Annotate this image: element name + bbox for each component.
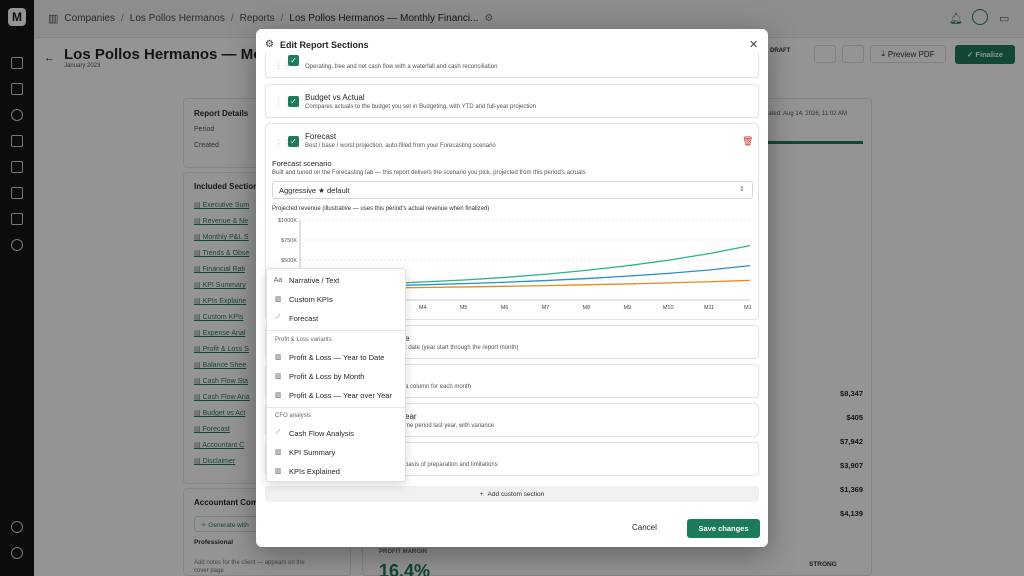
trash-icon[interactable]: 🗑︎: [742, 136, 753, 147]
forecast-title: Forecast: [305, 132, 337, 141]
menu-item-narrative-label: Narrative / Text: [289, 275, 340, 285]
chart-caption: Projected revenue (illustrative — uses t…: [272, 206, 490, 212]
section-pl-monthly-desc: a column for each month: [405, 384, 472, 390]
close-icon[interactable]: ✕: [749, 38, 758, 51]
x-tick-label: M6: [501, 305, 509, 311]
scenario-help: Built and tuned on the Forecasting tab —…: [272, 170, 586, 176]
add-custom-section-button[interactable]: + Add custom section: [265, 486, 759, 502]
x-tick-label: M9: [623, 305, 631, 311]
x-tick-label: M1: [744, 305, 752, 311]
y-tick-label: $500K: [281, 258, 297, 264]
menu-item-cash-flow-analysis-label: Cash Flow Analysis: [289, 428, 355, 438]
section-budget-vs-actual: ⋮⋮ ✓ Budget vs Actual Compares actuals t…: [265, 84, 759, 118]
scenario-label: Forecast scenario: [272, 159, 332, 168]
x-tick-label: M8: [583, 305, 591, 311]
x-tick-label: M4: [419, 305, 427, 311]
menu-item-kpi-summary-label: KPI Summary: [289, 447, 336, 457]
cancel-button[interactable]: Cancel: [632, 523, 657, 532]
bar-chart-icon: ▥: [274, 392, 282, 399]
y-tick-label: $1000K: [278, 218, 297, 224]
menu-item-narrative[interactable]: Aa Narrative / Text: [273, 271, 401, 289]
x-tick-label: M7: [542, 305, 550, 311]
menu-item-kpi-summary[interactable]: ▥ KPI Summary: [273, 443, 401, 461]
trend-icon: ⟋: [275, 314, 281, 321]
menu-divider: [267, 330, 405, 331]
menu-item-forecast[interactable]: ⟋ Forecast: [273, 309, 401, 327]
chevron-updown-icon: ⇕: [739, 186, 745, 193]
menu-divider: [267, 407, 405, 408]
scenario-select[interactable]: Aggressive ★ default ⇕: [272, 181, 753, 199]
budget-checkbox[interactable]: ✓: [288, 96, 299, 107]
menu-item-custom-kpis[interactable]: ▥ Custom KPIs: [273, 290, 401, 308]
forecast-desc: Best / base / worst projection, auto-fil…: [305, 143, 496, 149]
add-custom-label: Add custom section: [487, 490, 545, 498]
menu-group-pl: Profit & Loss variants: [275, 337, 332, 343]
menu-item-kpis-explained-label: KPIs Explained: [289, 466, 340, 476]
budget-title: Budget vs Actual: [305, 93, 365, 102]
menu-item-pl-yoy[interactable]: ▥ Profit & Loss — Year over Year: [273, 386, 401, 404]
gear-icon: ⚙: [265, 39, 274, 50]
bar-chart-icon: ▥: [274, 296, 282, 303]
add-section-menu: Aa Narrative / Text ▥ Custom KPIs ⟋ Forecas…: [266, 268, 406, 482]
section-disclaimer-desc: basis of preparation and limitations: [405, 462, 498, 468]
menu-item-pl-month-label: Profit & Loss by Month: [289, 371, 365, 381]
menu-group-cfo: CFO analysis: [275, 413, 312, 419]
modal-title: Edit Report Sections: [280, 40, 369, 50]
y-tick-label: $750K: [281, 238, 297, 244]
bar-chart-icon: ▥: [274, 354, 282, 361]
trend-icon: ⟋: [275, 429, 281, 436]
bar-chart-icon: ▥: [274, 373, 282, 380]
menu-item-custom-kpis-label: Custom KPIs: [289, 294, 333, 304]
text-icon: Aa: [273, 276, 283, 284]
menu-item-pl-ytd[interactable]: ▥ Profit & Loss — Year to Date: [273, 348, 401, 366]
plus-icon: +: [479, 490, 484, 498]
cash-flow-desc: Operating, free and net cash flow with a…: [305, 64, 498, 70]
section-pl-ytd-desc: t date (year start through the report mo…: [405, 345, 519, 351]
section-pl-yoy-desc: me period last year, with variance: [405, 423, 495, 429]
save-changes-button[interactable]: Save changes: [687, 519, 760, 538]
menu-item-forecast-label: Forecast: [289, 313, 319, 323]
cash-flow-checkbox[interactable]: ✓: [288, 55, 299, 66]
bar-chart-icon: ▥: [274, 468, 282, 475]
forecast-checkbox[interactable]: ✓: [288, 136, 299, 147]
bar-chart-icon: ▥: [274, 449, 282, 456]
x-tick-label: M11: [704, 305, 714, 311]
menu-item-kpis-explained[interactable]: ▥ KPIs Explained: [273, 462, 401, 480]
menu-item-pl-yoy-label: Profit & Loss — Year over Year: [289, 390, 392, 400]
x-tick-label: M5: [460, 305, 468, 311]
section-pl-yoy-title: ear: [405, 412, 417, 421]
x-tick-label: M10: [663, 305, 674, 311]
menu-item-pl-ytd-label: Profit & Loss — Year to Date: [289, 352, 385, 362]
budget-desc: Compares actuals to the budget you set i…: [305, 104, 537, 110]
menu-item-cash-flow-analysis[interactable]: ⟋ Cash Flow Analysis: [273, 424, 401, 442]
section-cash-flow: ⋮⋮ ✓ Operating, free and net cash flow w…: [265, 51, 759, 78]
scenario-select-value: Aggressive ★ default: [279, 186, 350, 195]
menu-item-pl-month[interactable]: ▥ Profit & Loss by Month: [273, 367, 401, 385]
